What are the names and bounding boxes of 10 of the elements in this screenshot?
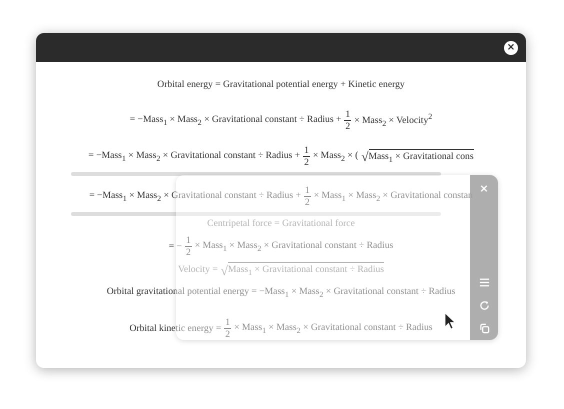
scroll-bar[interactable] — [71, 172, 441, 176]
menu-icon[interactable] — [478, 277, 490, 288]
copy-icon[interactable] — [478, 323, 490, 334]
equation: Orbital gravitational potential energy = −Mass$_{1}$ × Mass$_{2}$ × Gravitational constant ÷ Radius — [106, 285, 456, 302]
close-button[interactable]: × — [504, 40, 518, 54]
equation: Orbital energy = Gravitational potential energy + Kinetic energy — [157, 78, 405, 92]
cursor-icon — [444, 312, 456, 330]
refresh-icon[interactable] — [478, 300, 490, 311]
equation: Centripetal force = Gravitational force — [207, 216, 355, 230]
scroll-bar[interactable] — [71, 212, 441, 216]
